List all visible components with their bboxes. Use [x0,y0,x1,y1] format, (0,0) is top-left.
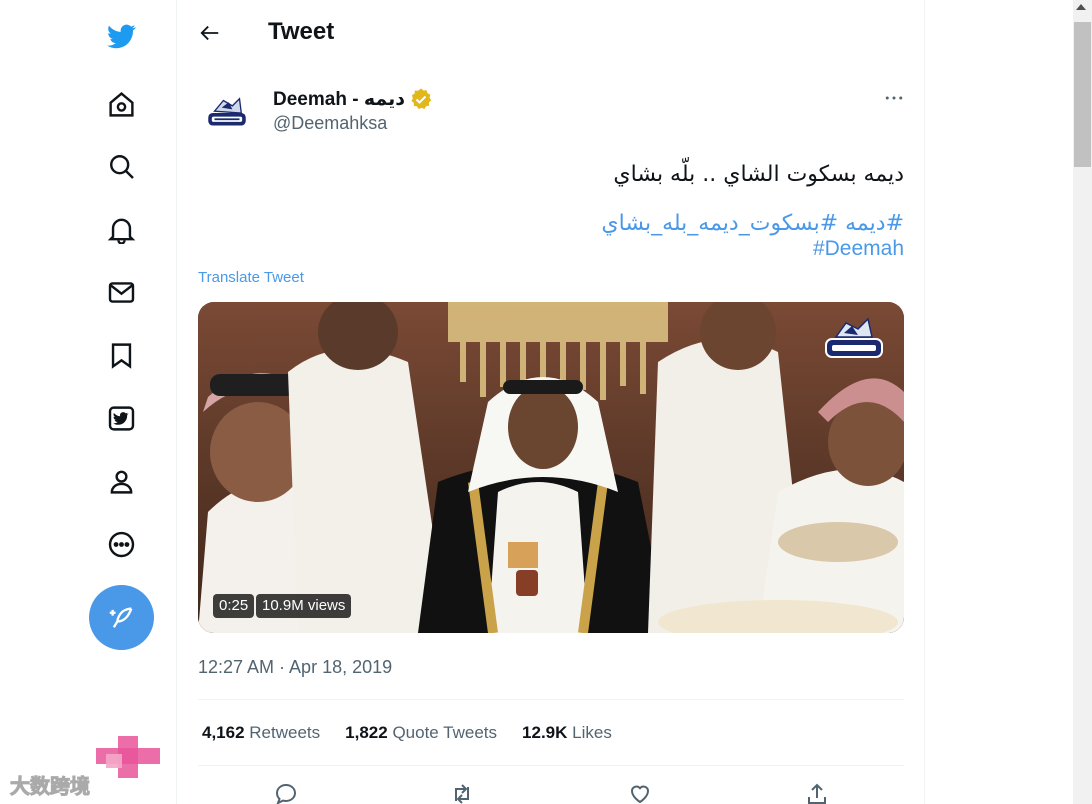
video-views-badge: 10.9M views [256,594,352,618]
bookmark-icon[interactable] [101,335,141,375]
scrollbar-thumb[interactable] [1074,22,1091,167]
quotes-count: 1,822 [345,723,388,742]
column-divider-left [176,0,177,804]
author-avatar[interactable] [199,85,255,141]
tweet-stats: 4,162 Retweets 1,822 Quote Tweets 12.9K … [202,723,612,743]
share-icon [808,783,826,804]
compose-tweet-button[interactable] [89,585,154,650]
like-button[interactable] [626,780,654,804]
reply-button[interactable] [272,780,300,804]
likes-label: Likes [572,723,612,742]
retweets-stat[interactable]: 4,162 Retweets [202,723,320,743]
retweets-count: 4,162 [202,723,245,742]
heart-icon [630,785,650,804]
author-name[interactable]: Deemah - ديمه [273,87,433,111]
quotes-label: Quote Tweets [392,723,498,742]
tweet-more-options-button[interactable] [876,84,912,112]
tweet-video[interactable] [198,302,904,633]
tweet-timestamp[interactable]: 12:27 AM · Apr 18, 2019 [198,657,392,678]
home-icon[interactable] [101,84,141,124]
retweets-label: Retweets [249,723,321,742]
video-brand-logo-icon [825,317,883,358]
hashtag-deemah[interactable]: #Deemah [813,237,904,261]
search-icon[interactable] [101,146,141,186]
reply-icon [275,783,297,804]
more-circle-icon[interactable] [101,524,141,564]
divider [198,765,904,766]
retweet-icon [455,784,469,804]
likes-count: 12.9K [522,723,568,742]
retweet-button[interactable] [448,780,476,804]
video-thumbnail-image [198,302,904,633]
back-button[interactable] [192,15,228,51]
compose-feather-icon [109,607,132,628]
twitter-blue-icon[interactable] [101,398,141,438]
divider [198,699,904,700]
quote-tweets-stat[interactable]: 1,822 Quote Tweets [345,723,497,743]
twitter-logo-icon[interactable] [101,15,141,55]
watermark-text: 大数跨境 [10,774,91,799]
translate-tweet-link[interactable]: Translate Tweet [198,269,304,286]
share-button[interactable] [803,780,831,804]
video-duration-badge: 0:25 [213,594,255,618]
deemah-logo-icon [208,97,246,126]
profile-icon[interactable] [101,461,141,501]
sidebar [0,0,176,804]
hashtags-arabic[interactable]: #ديمه #بسكوت_ديمه_بله_بشاي [601,211,904,236]
watermark-cross-icon [96,736,160,778]
more-dots-icon [885,96,903,100]
author-handle[interactable]: @Deemahksa [273,113,387,134]
likes-stat[interactable]: 12.9K Likes [522,723,612,743]
column-divider-right [924,0,925,804]
notifications-bell-icon[interactable] [101,209,141,249]
author-name-text: Deemah - ديمه [273,88,405,110]
page-title: Tweet [268,18,335,45]
tweet-text: ديمه بسكوت الشاي .. بلّه بشاي [613,162,904,187]
scroll-up-arrow-icon[interactable] [1076,4,1086,10]
back-arrow-icon [200,25,219,41]
messages-mail-icon[interactable] [101,272,141,312]
verified-badge-icon [411,88,432,109]
